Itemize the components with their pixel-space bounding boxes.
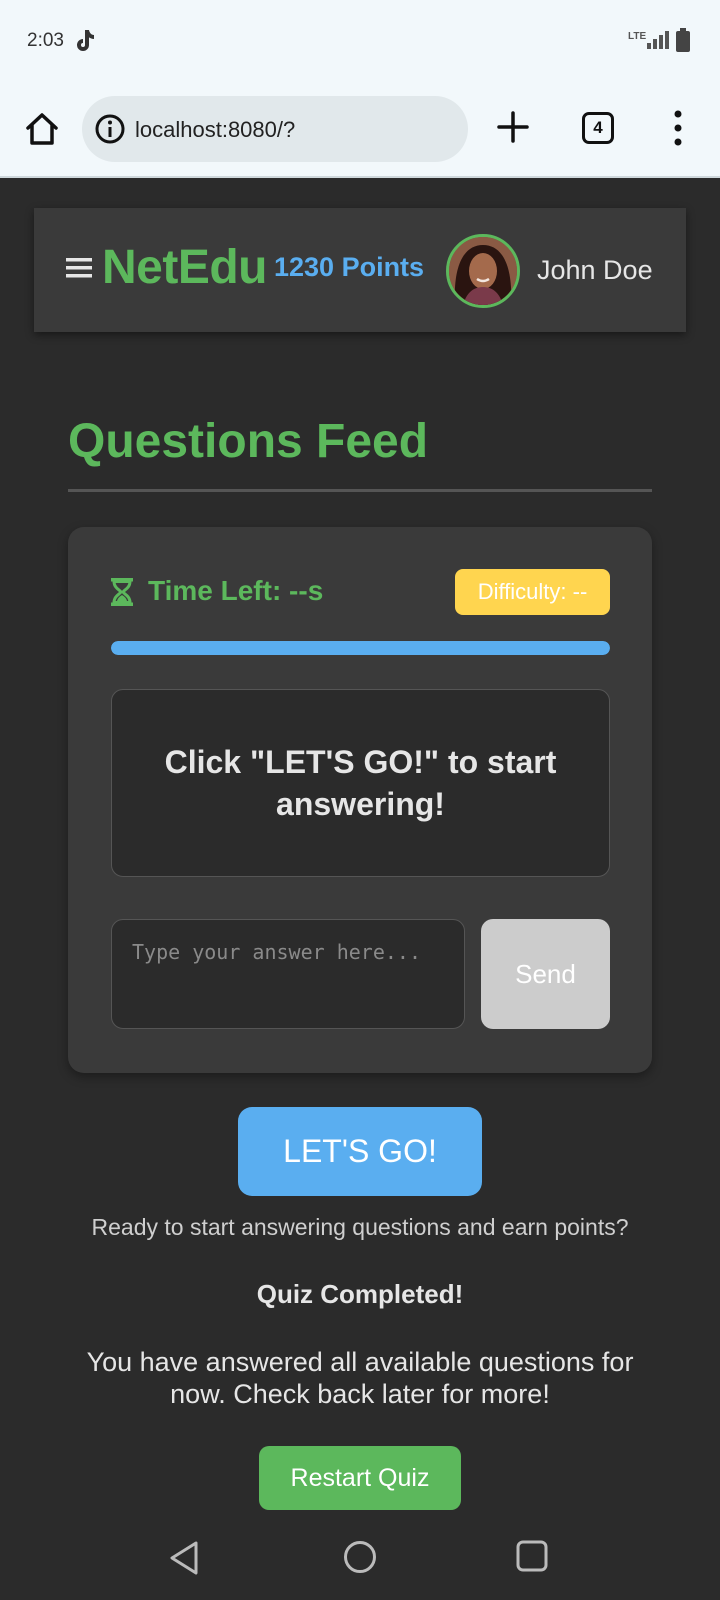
restart-quiz-button[interactable]: Restart Quiz xyxy=(259,1446,461,1510)
url-text: localhost:8080/? xyxy=(135,117,296,142)
battery-icon xyxy=(676,28,690,52)
app-logo[interactable]: NetEdu xyxy=(102,240,268,295)
avatar-image xyxy=(449,237,517,305)
network-type: LTE xyxy=(628,31,647,42)
hourglass-icon xyxy=(111,578,133,606)
app-header: NetEdu 1230 Points John Doe xyxy=(34,208,686,332)
question-box: Click "LET'S GO!" to start answering! xyxy=(111,689,610,877)
title-divider xyxy=(68,489,652,492)
question-text: Click "LET'S GO!" to start answering! xyxy=(164,744,557,822)
quiz-card: Time Left: --s Difficulty: -- Click "LET… xyxy=(68,527,652,1073)
signal-icon xyxy=(647,31,669,49)
back-icon[interactable] xyxy=(168,1540,200,1576)
browser-toolbar: localhost:8080/? 4 xyxy=(0,84,720,178)
timer-progress-fill xyxy=(111,641,610,655)
answer-input[interactable] xyxy=(111,919,465,1029)
tiktok-icon xyxy=(77,30,94,51)
tabs-button[interactable]: 4 xyxy=(582,112,614,144)
hamburger-icon[interactable] xyxy=(66,254,92,282)
recents-icon[interactable] xyxy=(516,1540,548,1572)
ready-prompt: Ready to start answering questions and e… xyxy=(91,1214,629,1240)
page-title: Questions Feed xyxy=(68,415,429,468)
difficulty-badge: Difficulty: -- xyxy=(455,569,610,615)
timer-progress-bar xyxy=(111,641,610,655)
time-left-label: Time Left: --s xyxy=(148,575,324,606)
lets-go-button[interactable]: LET'S GO! xyxy=(238,1107,482,1196)
send-button[interactable]: Send xyxy=(481,919,610,1029)
plus-icon[interactable] xyxy=(496,110,530,144)
home-icon[interactable] xyxy=(24,111,60,147)
status-time: 2:03 xyxy=(27,30,64,51)
quiz-completed-message: You have answered all available question… xyxy=(86,1347,634,1409)
points-counter: 1230 Points xyxy=(274,252,425,282)
quiz-completed-title: Quiz Completed! xyxy=(256,1279,464,1309)
more-vert-icon[interactable] xyxy=(668,108,688,148)
info-icon[interactable] xyxy=(94,113,126,145)
avatar[interactable] xyxy=(446,234,520,308)
status-bar: 2:03 LTE xyxy=(0,0,720,84)
user-name[interactable]: John Doe xyxy=(537,255,653,286)
home-circle-icon[interactable] xyxy=(343,1540,377,1574)
url-bar[interactable]: localhost:8080/? xyxy=(82,96,468,162)
